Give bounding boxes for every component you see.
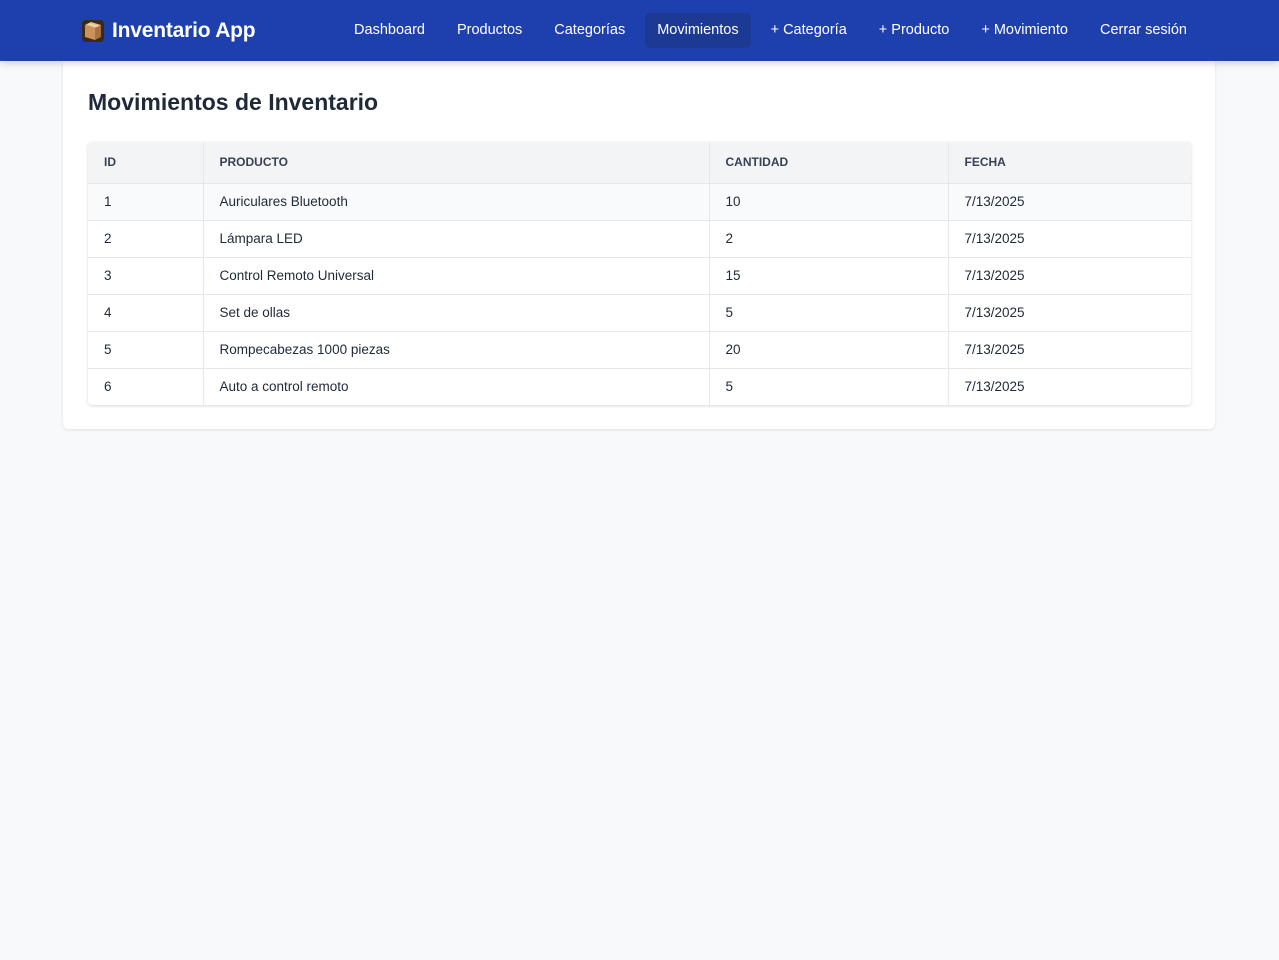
cell-fecha: 7/13/2025 (948, 368, 1191, 405)
nav-dashboard[interactable]: Dashboard (342, 13, 437, 48)
cell-cantidad: 20 (709, 331, 949, 369)
cell-fecha: 7/13/2025 (948, 220, 1191, 258)
nav-productos[interactable]: Productos (445, 13, 534, 48)
cell-fecha: 7/13/2025 (948, 331, 1191, 369)
cell-producto: Auriculares Bluetooth (203, 183, 710, 221)
nav-add-movimiento[interactable]: + Movimiento (969, 13, 1080, 48)
cell-fecha: 7/13/2025 (948, 183, 1191, 221)
cell-fecha: 7/13/2025 (948, 257, 1191, 295)
table-row: 5 Rompecabezas 1000 piezas 20 7/13/2025 (88, 331, 1191, 369)
cell-id: 3 (88, 257, 204, 295)
cell-fecha: 7/13/2025 (948, 294, 1191, 332)
cell-cantidad: 5 (709, 294, 949, 332)
table-row: 4 Set de ollas 5 7/13/2025 (88, 294, 1191, 332)
page-title: Movimientos de Inventario (88, 89, 379, 115)
package-box-icon (81, 19, 105, 43)
column-header-id: ID (88, 142, 204, 184)
nav-links: Dashboard Productos Categorías Movimient… (334, 13, 1199, 48)
cell-cantidad: 5 (709, 368, 949, 405)
column-header-producto: PRODUCTO (203, 142, 710, 184)
table-row: 1 Auriculares Bluetooth 10 7/13/2025 (88, 183, 1191, 221)
top-navbar: Inventario App Dashboard Productos Categ… (0, 0, 1279, 61)
nav-movimientos[interactable]: Movimientos (645, 13, 751, 48)
nav-add-producto[interactable]: + Producto (867, 13, 962, 48)
cell-cantidad: 10 (709, 183, 949, 221)
brand[interactable]: Inventario App (81, 19, 256, 43)
cell-producto: Control Remoto Universal (203, 257, 710, 295)
nav-categorias[interactable]: Categorías (542, 13, 637, 48)
movements-table: ID PRODUCTO CANTIDAD FECHA 1 Auriculares… (88, 142, 1191, 405)
nav-add-categoria[interactable]: + Categoría (759, 13, 859, 48)
movements-table-wrapper: ID PRODUCTO CANTIDAD FECHA 1 Auriculares… (88, 142, 1191, 405)
column-header-fecha: FECHA (948, 142, 1191, 184)
table-row: 2 Lámpara LED 2 7/13/2025 (88, 220, 1191, 258)
table-row: 6 Auto a control remoto 5 7/13/2025 (88, 368, 1191, 405)
cell-id: 5 (88, 331, 204, 369)
table-header-row: ID PRODUCTO CANTIDAD FECHA (88, 142, 1191, 184)
cell-producto: Rompecabezas 1000 piezas (203, 331, 710, 369)
column-header-cantidad: CANTIDAD (709, 142, 949, 184)
cell-producto: Lámpara LED (203, 220, 710, 258)
cell-producto: Auto a control remoto (203, 368, 710, 405)
content-card: Movimientos de Inventario ID PRODUCTO CA… (63, 61, 1215, 429)
table-row: 3 Control Remoto Universal 15 7/13/2025 (88, 257, 1191, 295)
cell-cantidad: 2 (709, 220, 949, 258)
cell-id: 4 (88, 294, 204, 332)
cell-id: 6 (88, 368, 204, 405)
app-title: Inventario App (112, 19, 256, 42)
cell-id: 2 (88, 220, 204, 258)
nav-logout[interactable]: Cerrar sesión (1088, 13, 1199, 48)
cell-id: 1 (88, 183, 204, 221)
cell-cantidad: 15 (709, 257, 949, 295)
cell-producto: Set de ollas (203, 294, 710, 332)
